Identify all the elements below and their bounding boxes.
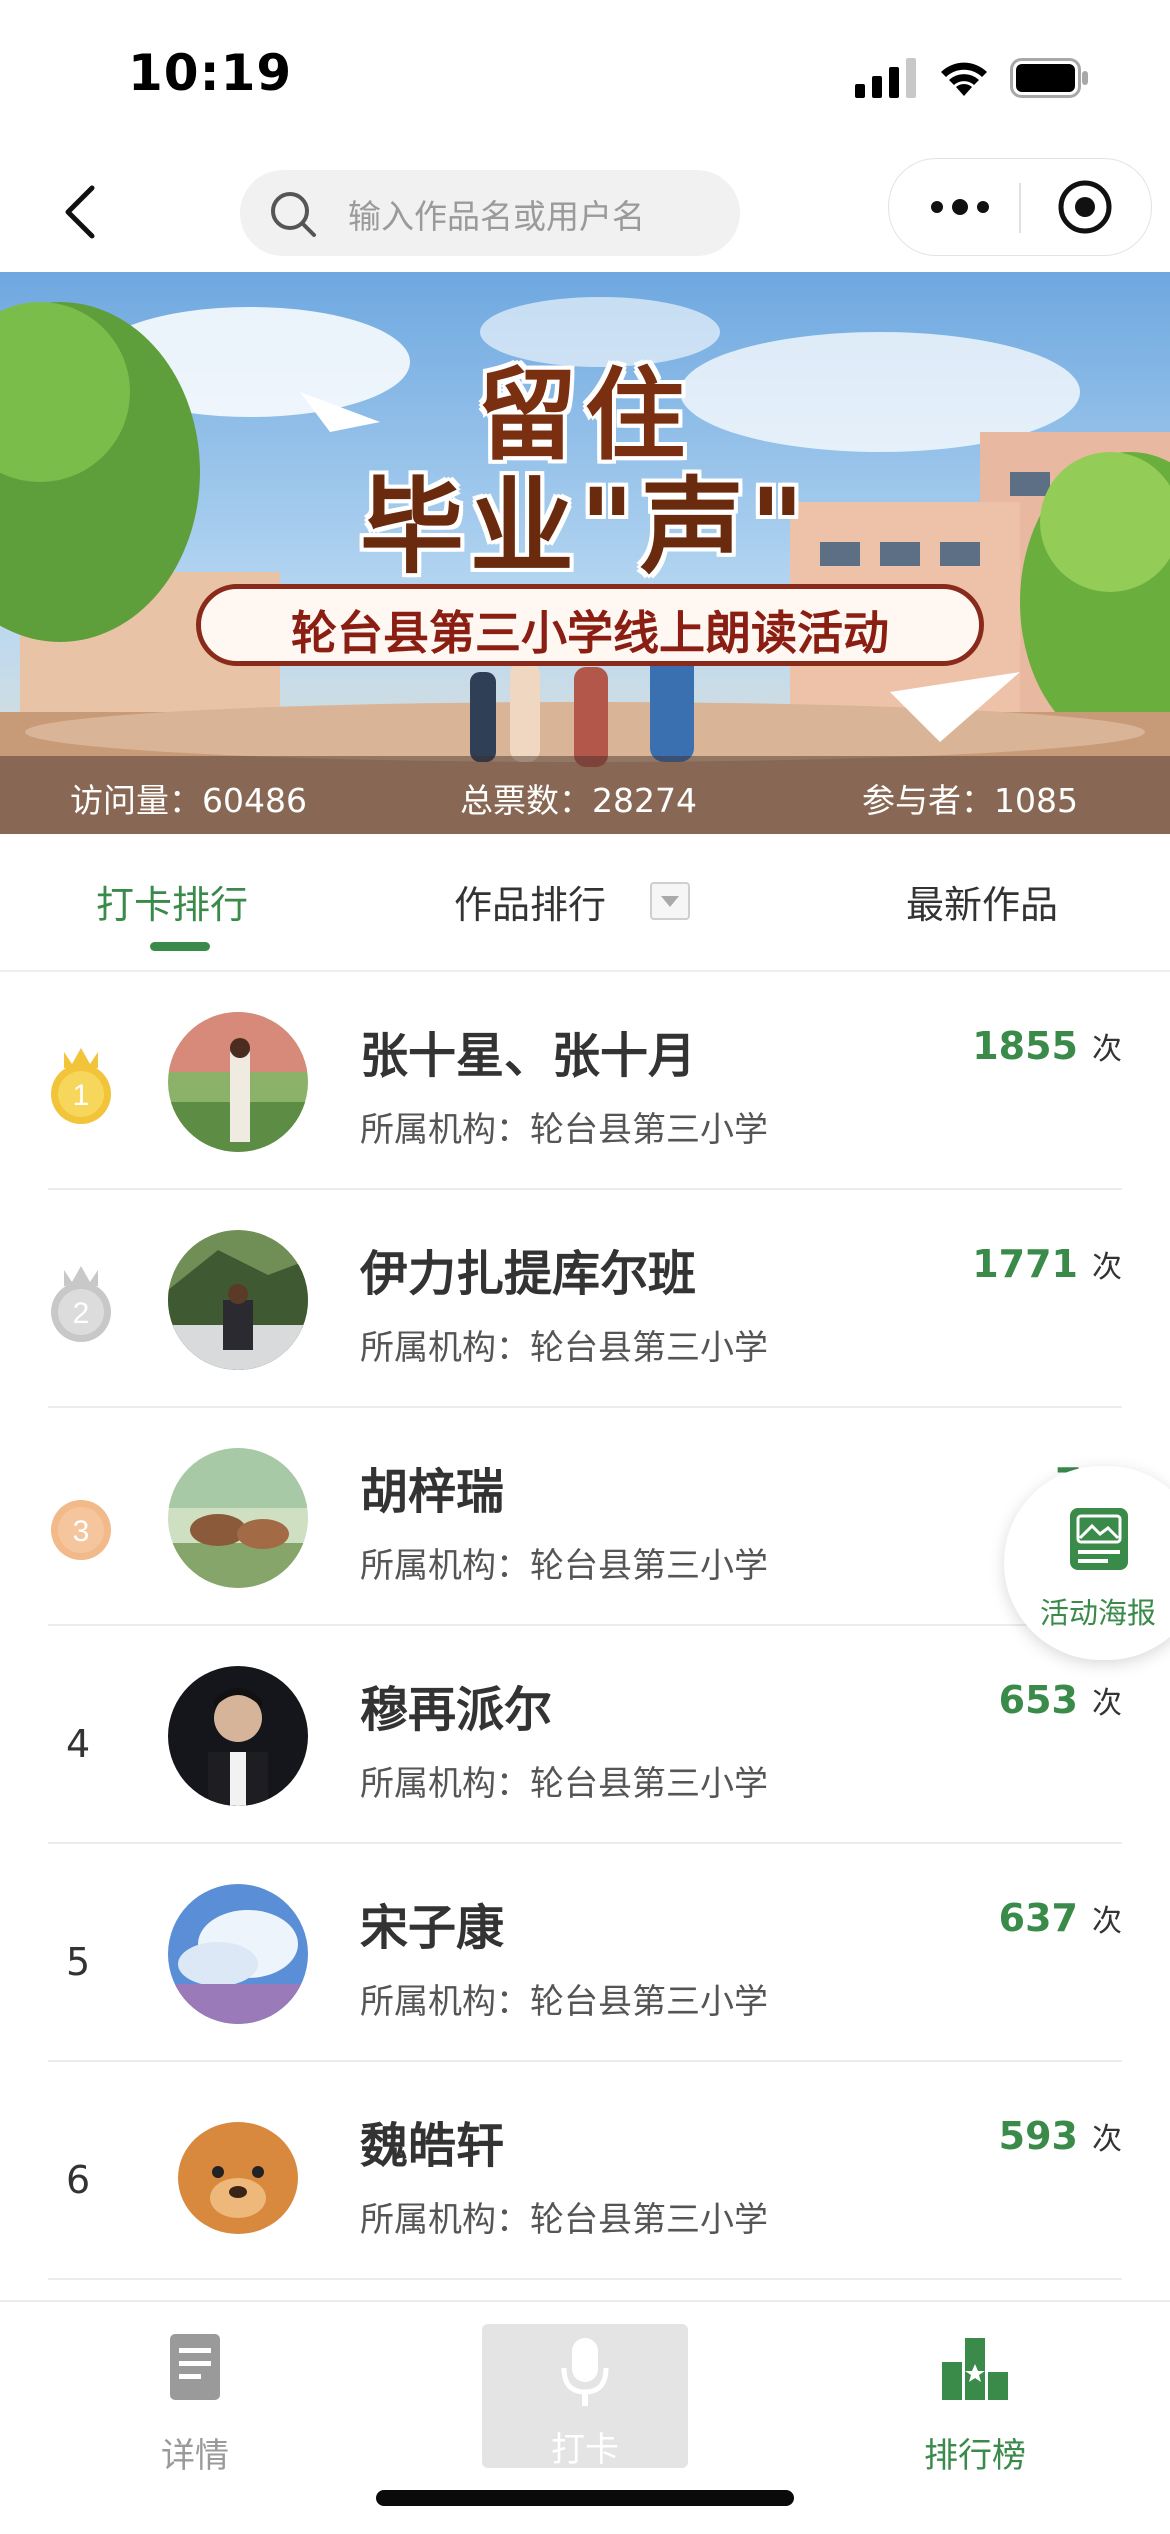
avatar (168, 1448, 308, 1588)
user-org: 所属机构：轮台县第三小学 (360, 2200, 768, 2240)
status-bar: 10:19 (0, 0, 1170, 150)
search-input[interactable]: 输入作品名或用户名 (240, 170, 740, 256)
user-name: 伊力扎提库尔班 (360, 1246, 697, 1302)
poster-label: 活动海报 (1040, 1596, 1157, 1630)
user-org: 所属机构：轮台县第三小学 (360, 1764, 768, 1804)
banner-stats-bar: 访问量：60486 总票数：28274 参与者：1085 (0, 756, 1170, 834)
home-indicator (376, 2490, 794, 2506)
capsule-divider (1019, 183, 1021, 233)
activity-banner: 留住 毕业"声" 轮台县第三小学线上朗读活动 访问量：60486 总票数：282… (0, 272, 1170, 834)
medal-number: 2 (73, 1297, 90, 1330)
checkin-count: 593 次 (999, 2114, 1122, 2158)
search-icon (271, 192, 316, 237)
banner-title-line2: 毕业"声" (359, 466, 811, 588)
bottom-tab-checkin-label: 打卡 (551, 2430, 619, 2470)
checkin-count: 1771 次 (972, 1242, 1122, 1286)
user-name: 宋子康 (360, 1900, 505, 1956)
close-mini-program-icon[interactable] (1056, 178, 1114, 236)
count-value: 1855 (972, 1024, 1078, 1068)
avatar (168, 1666, 308, 1806)
wifi-icon (941, 62, 987, 96)
checkin-count: 637 次 (999, 1896, 1122, 1940)
stat-visits: 访问量：60486 (70, 781, 307, 820)
user-org: 所属机构：轮台县第三小学 (360, 1982, 768, 2022)
medal-number: 3 (73, 1515, 90, 1548)
status-time: 10:19 (128, 44, 293, 102)
microphone-icon (561, 2338, 609, 2406)
count-unit: 次 (1092, 1686, 1122, 1721)
silver-medal-icon: 2 (51, 1266, 111, 1342)
user-name: 张十星、张十月 (360, 1028, 697, 1084)
avatar (168, 1230, 308, 1370)
bottom-tab-ranking-label: 排行榜 (924, 2436, 1026, 2476)
bronze-medal-icon: 3 (51, 1500, 111, 1560)
bottom-tab-details[interactable]: 详情 (90, 2324, 300, 2476)
user-name: 胡梓瑞 (360, 1464, 505, 1520)
avatar (168, 1012, 308, 1152)
checkin-count: 1855 次 (972, 1024, 1122, 1068)
list-item[interactable]: 4 穆再派尔 所属机构：轮台县第三小学 653 次 (0, 1626, 1170, 1844)
count-unit: 次 (1092, 1250, 1122, 1285)
back-icon[interactable] (52, 182, 112, 242)
tab-checkin-ranking[interactable]: 打卡排行 (96, 874, 248, 929)
count-unit: 次 (1092, 2122, 1122, 2157)
battery-icon (1010, 58, 1088, 98)
ranking-icon (942, 2338, 1008, 2400)
stat-votes: 总票数：28274 (460, 781, 697, 820)
mini-program-capsule (888, 158, 1152, 256)
active-tab-indicator (150, 942, 210, 951)
count-unit: 次 (1092, 1904, 1122, 1939)
banner-subtitle: 轮台县第三小学线上朗读活动 (291, 606, 889, 660)
checkin-count: 653 次 (999, 1678, 1122, 1722)
rank-number: 4 (66, 1722, 91, 1766)
nav-bar: 输入作品名或用户名 (0, 150, 1170, 270)
tab-latest-works[interactable]: 最新作品 (906, 874, 1058, 929)
list-item[interactable]: 1 张十星、张十月 所属机构：轮台县第三小学 1855 次 (0, 972, 1170, 1190)
row-divider (48, 2278, 1122, 2280)
list-item[interactable]: 2 伊力扎提库尔班 所属机构：轮台县第三小学 1771 次 (0, 1190, 1170, 1408)
banner-subtitle-pill: 轮台县第三小学线上朗读活动 (196, 584, 984, 666)
count-value: 653 (998, 1678, 1078, 1722)
bottom-tab-checkin[interactable]: 打卡 (482, 2324, 688, 2470)
stat-participants: 参与者：1085 (862, 781, 1078, 820)
signal-icon (855, 58, 916, 98)
gold-medal-icon: 1 (51, 1048, 111, 1124)
count-value: 593 (998, 2114, 1078, 2158)
poster-icon (1070, 1508, 1128, 1570)
user-org: 所属机构：轮台县第三小学 (360, 1328, 768, 1368)
count-value: 637 (998, 1896, 1078, 1940)
ranking-tabs: 打卡排行 作品排行 最新作品 (0, 834, 1170, 972)
tab-works-ranking[interactable]: 作品排行 (454, 874, 606, 929)
user-org: 所属机构：轮台县第三小学 (360, 1546, 768, 1586)
user-name: 魏皓轩 (360, 2118, 505, 2174)
user-name: 穆再派尔 (360, 1682, 553, 1738)
count-value: 1771 (972, 1242, 1078, 1286)
avatar (168, 1884, 308, 2024)
user-org: 所属机构：轮台县第三小学 (360, 1110, 768, 1150)
avatar (168, 2102, 308, 2242)
document-icon (170, 2334, 220, 2400)
list-item[interactable]: 5 宋子康 所属机构：轮台县第三小学 637 次 (0, 1844, 1170, 2062)
search-placeholder: 输入作品名或用户名 (348, 197, 645, 236)
count-unit: 次 (1092, 1032, 1122, 1067)
dropdown-icon[interactable] (650, 882, 690, 920)
list-item[interactable]: 6 魏皓轩 所属机构：轮台县第三小学 593 次 (0, 2062, 1170, 2280)
list-item[interactable]: 3 胡梓瑞 所属机构：轮台县第三小学 71 (0, 1408, 1170, 1626)
more-icon[interactable] (925, 183, 995, 231)
bottom-tab-ranking[interactable]: 排行榜 (870, 2324, 1080, 2476)
rank-number: 6 (66, 2158, 91, 2202)
medal-number: 1 (73, 1079, 90, 1112)
bottom-tab-details-label: 详情 (161, 2436, 229, 2476)
rank-number: 5 (66, 1940, 91, 1984)
